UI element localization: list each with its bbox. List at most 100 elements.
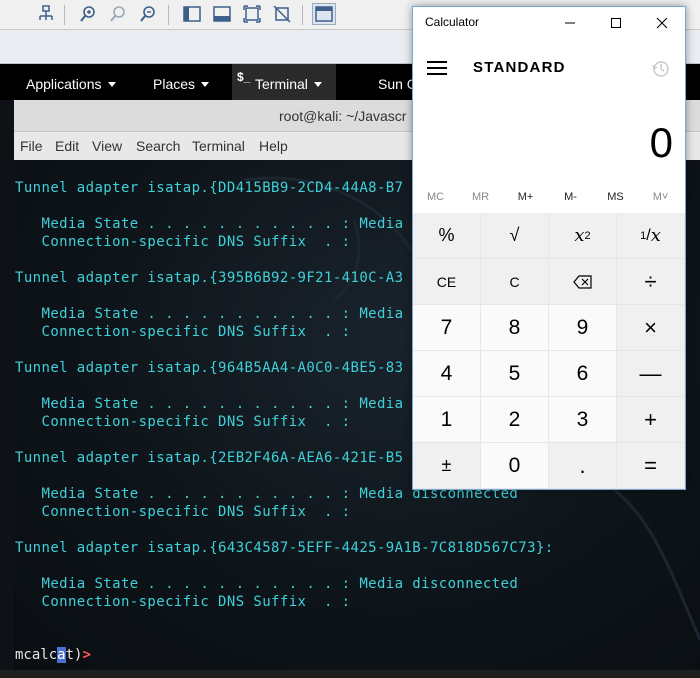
terminal-line: Connection-specific DNS Suffix . :: [15, 414, 351, 430]
toolbar-divider: [168, 5, 169, 25]
terminal-line: Tunnel adapter isatap.{643C4587-5EFF-442…: [15, 540, 554, 556]
calculator-window: Calculator STANDARD 0 MC MR M+ M- MS M˅ …: [412, 6, 686, 490]
terminal-title: root@kali: ~/Javascr: [279, 108, 407, 124]
decimal-button[interactable]: .: [549, 443, 616, 488]
toolbar-divider: [302, 5, 303, 25]
calculator-display: 0: [649, 119, 673, 166]
no-fullscreen-icon[interactable]: [270, 3, 294, 25]
square-button[interactable]: x2: [549, 213, 616, 258]
menu-view[interactable]: View: [92, 138, 122, 154]
digit-1-button[interactable]: 1: [413, 397, 480, 442]
digit-7-button[interactable]: 7: [413, 305, 480, 350]
memory-subtract-button[interactable]: M-: [548, 191, 593, 203]
calculator-mode: STANDARD: [473, 59, 566, 76]
terminal-line: Media State . . . . . . . . . . . : Medi…: [15, 216, 404, 232]
applications-label: Applications: [26, 76, 102, 92]
terminal-menu[interactable]: Terminal: [255, 76, 322, 92]
prompt-arrow: >: [82, 647, 91, 663]
history-icon[interactable]: [651, 59, 671, 79]
minimize-icon: [565, 22, 575, 24]
memory-list-button[interactable]: M˅: [638, 191, 683, 203]
bottom-strip: [0, 670, 700, 678]
memory-recall-button[interactable]: MR: [458, 191, 503, 203]
reciprocal-button[interactable]: 1/x: [617, 213, 684, 258]
toolbar-divider: [64, 5, 65, 25]
chevron-down-icon: [313, 81, 322, 87]
terminal-label: Terminal: [255, 76, 308, 92]
terminal-line: Media State . . . . . . . . . . . : Medi…: [15, 396, 404, 412]
clear-entry-button[interactable]: CE: [413, 259, 480, 304]
digit-3-button[interactable]: 3: [549, 397, 616, 442]
menu-search[interactable]: Search: [136, 138, 180, 154]
chevron-down-icon: [201, 81, 210, 87]
calculator-title: Calculator: [425, 15, 480, 29]
memory-clear-button[interactable]: MC: [413, 191, 458, 203]
terminal-line: Connection-specific DNS Suffix . :: [15, 234, 351, 250]
maximize-icon: [611, 18, 621, 28]
hamburger-menu-icon[interactable]: [427, 61, 447, 75]
calculator-header: STANDARD 0: [413, 39, 685, 187]
digit-8-button[interactable]: 8: [481, 305, 548, 350]
square-exponent: 2: [584, 229, 591, 242]
minimize-button[interactable]: [547, 7, 593, 39]
prompt-text-before: mcalc: [15, 647, 58, 663]
menu-file[interactable]: File: [20, 138, 43, 154]
memory-row: MC MR M+ M- MS M˅: [413, 187, 685, 213]
network-icon[interactable]: [34, 3, 58, 25]
digit-6-button[interactable]: 6: [549, 351, 616, 396]
digit-0-button[interactable]: 0: [481, 443, 548, 488]
square-base: x: [574, 225, 585, 246]
percent-button[interactable]: %: [413, 213, 480, 258]
maximize-button[interactable]: [593, 7, 639, 39]
sqrt-button[interactable]: √: [481, 213, 548, 258]
plus-button[interactable]: +: [617, 397, 684, 442]
calculator-titlebar[interactable]: Calculator: [413, 7, 685, 39]
reciprocal-denominator: x: [650, 225, 661, 246]
minus-button[interactable]: —: [617, 351, 684, 396]
equals-button[interactable]: =: [617, 443, 684, 488]
fullscreen-icon[interactable]: [240, 3, 264, 25]
close-button[interactable]: [639, 7, 685, 39]
terminal-line: Media State . . . . . . . . . . . : Medi…: [15, 306, 404, 322]
window-icon[interactable]: [210, 3, 234, 25]
zoom-reset-icon[interactable]: [106, 3, 130, 25]
clear-button[interactable]: C: [481, 259, 548, 304]
terminal-line: Connection-specific DNS Suffix . :: [15, 324, 351, 340]
zoom-in-icon[interactable]: [76, 3, 100, 25]
multiply-button[interactable]: ×: [617, 305, 684, 350]
places-menu[interactable]: Places: [153, 76, 210, 92]
backspace-button[interactable]: [549, 259, 616, 304]
zoom-out-icon[interactable]: [136, 3, 160, 25]
terminal-app-icon: $_: [237, 70, 250, 84]
memory-add-button[interactable]: M+: [503, 191, 548, 203]
menu-help[interactable]: Help: [259, 138, 288, 154]
command-prompt[interactable]: mcalcat)>: [15, 647, 91, 663]
digit-4-button[interactable]: 4: [413, 351, 480, 396]
terminal-line: Tunnel adapter isatap.{395B6B92-9F21-410…: [15, 270, 404, 286]
places-label: Places: [153, 76, 196, 92]
negate-button[interactable]: ±: [413, 443, 480, 488]
prompt-text-after: t: [65, 647, 75, 663]
chevron-down-icon: [107, 81, 116, 87]
applications-menu[interactable]: Applications: [26, 76, 116, 92]
terminal-glyph: $_: [237, 70, 251, 84]
terminal-line: Tunnel adapter isatap.{DD415BB9-2CD4-44A…: [15, 180, 404, 196]
sidebar-icon[interactable]: [180, 3, 204, 25]
divide-button[interactable]: ÷: [617, 259, 684, 304]
digit-5-button[interactable]: 5: [481, 351, 548, 396]
calculator-keypad: % √ x2 1/x CE C ÷ 7 8 9 × 4 5 6 — 1 2 3 …: [413, 213, 685, 489]
close-icon: [656, 17, 668, 29]
memory-store-button[interactable]: MS: [593, 191, 638, 203]
terminal-line: Tunnel adapter isatap.{2EB2F46A-AEA6-421…: [15, 450, 404, 466]
backspace-icon: [572, 274, 592, 289]
digit-2-button[interactable]: 2: [481, 397, 548, 442]
digit-9-button[interactable]: 9: [549, 305, 616, 350]
terminal-line: Connection-specific DNS Suffix . :: [15, 504, 351, 520]
terminal-line: Tunnel adapter isatap.{964B5AA4-A0C0-4BE…: [15, 360, 404, 376]
terminal-line: Media State . . . . . . . . . . . : Medi…: [15, 576, 519, 592]
console-icon[interactable]: [312, 3, 336, 25]
text-cursor: a: [57, 647, 66, 663]
menu-edit[interactable]: Edit: [55, 138, 79, 154]
terminal-line: Connection-specific DNS Suffix . :: [15, 594, 351, 610]
menu-terminal[interactable]: Terminal: [192, 138, 245, 154]
